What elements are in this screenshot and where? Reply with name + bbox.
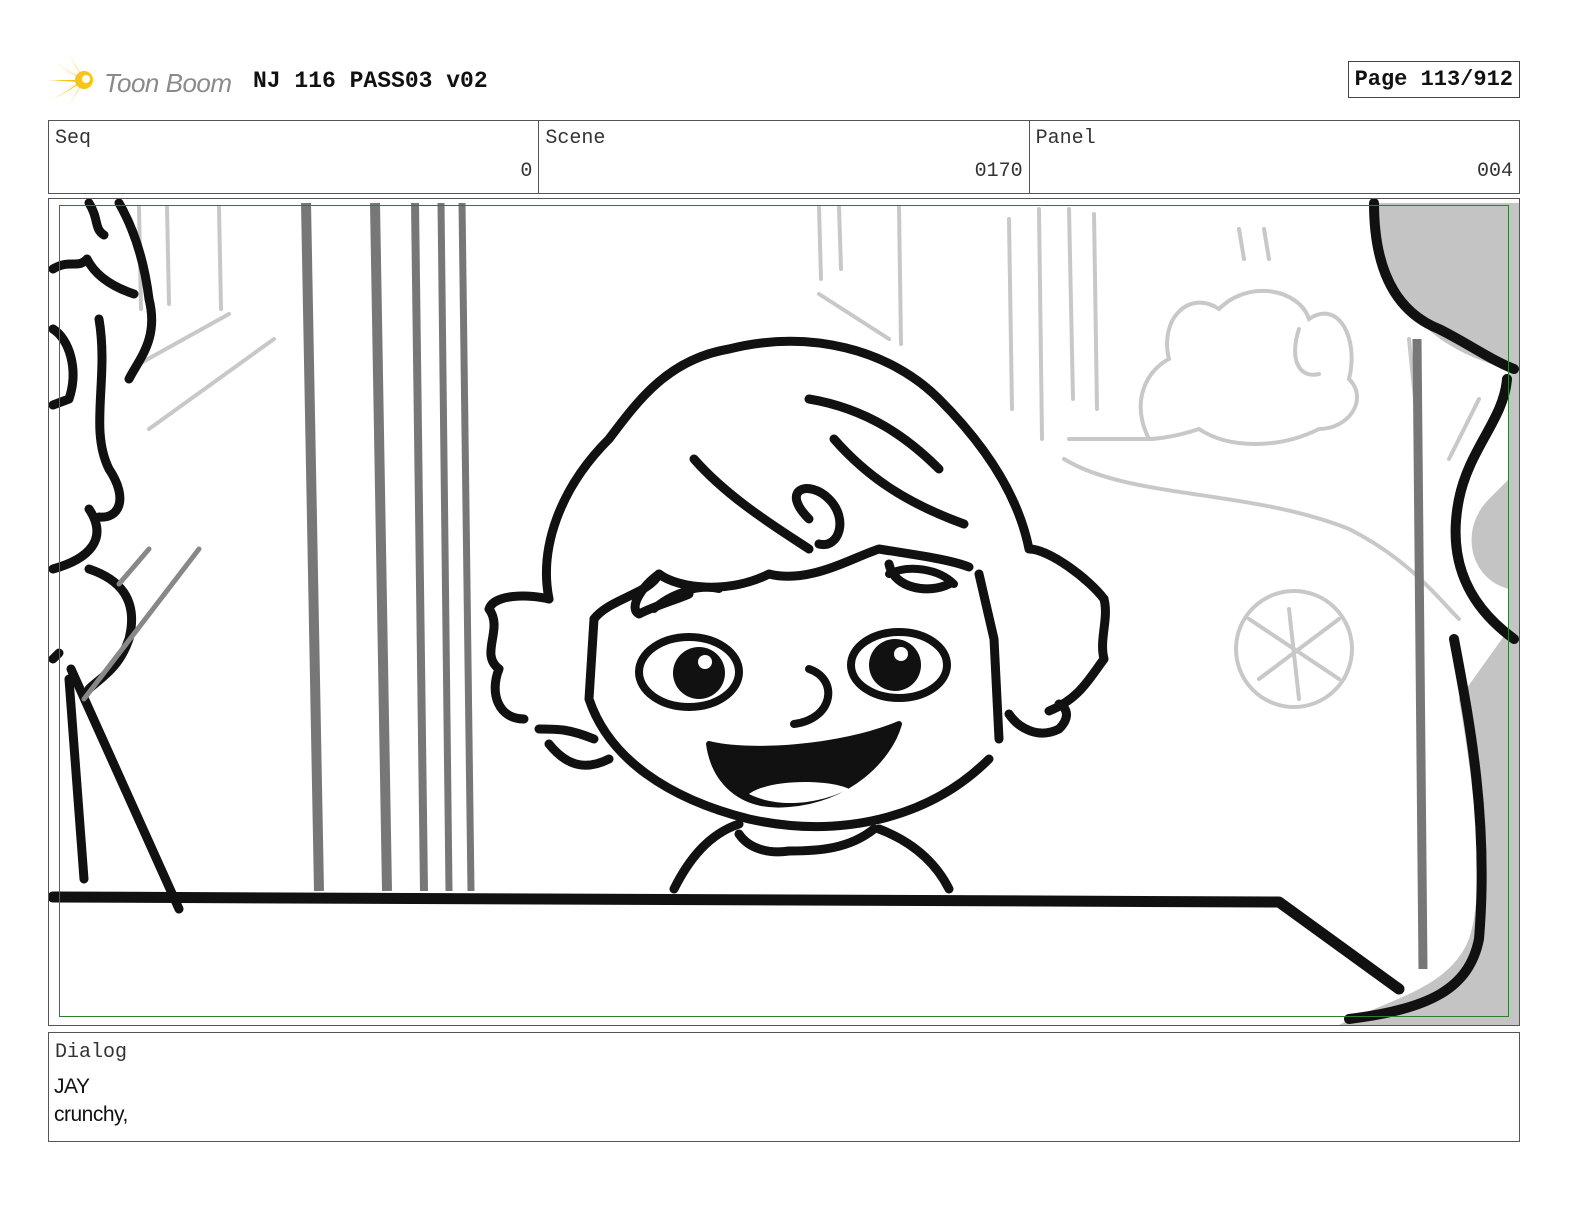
- dialog-label: Dialog: [55, 1041, 128, 1064]
- panel-value: 004: [1476, 160, 1513, 183]
- panel-cell: Panel 004: [1030, 121, 1519, 193]
- dialog-text: JAY crunchy,: [54, 1073, 128, 1129]
- seq-value: 0: [520, 160, 533, 183]
- page-header: Toon Boom NJ 116 PASS03 v02 Page 113/912: [48, 48, 1520, 112]
- panel-label: Panel: [1035, 127, 1096, 150]
- panel-info-row: Seq 0 Scene 0170 Panel 004: [48, 120, 1520, 194]
- scene-value: 0170: [974, 160, 1023, 183]
- dialog-box: Dialog JAY crunchy,: [48, 1032, 1520, 1142]
- document-title: NJ 116 PASS03 v02: [253, 68, 488, 94]
- page-number: Page 113/912: [1347, 61, 1520, 98]
- dialog-speaker: JAY: [54, 1075, 90, 1098]
- toon-boom-logo: Toon Boom: [48, 52, 244, 108]
- storyboard-panel: [48, 198, 1520, 1026]
- safe-area-frame: [59, 205, 1509, 1017]
- seq-cell: Seq 0: [49, 121, 540, 193]
- seq-label: Seq: [55, 127, 92, 150]
- scene-cell: Scene 0170: [539, 121, 1030, 193]
- logo-text: Toon Boom: [104, 68, 232, 98]
- dialog-line: crunchy,: [54, 1103, 128, 1126]
- scene-label: Scene: [545, 127, 606, 150]
- sun-flare-icon: [48, 54, 93, 106]
